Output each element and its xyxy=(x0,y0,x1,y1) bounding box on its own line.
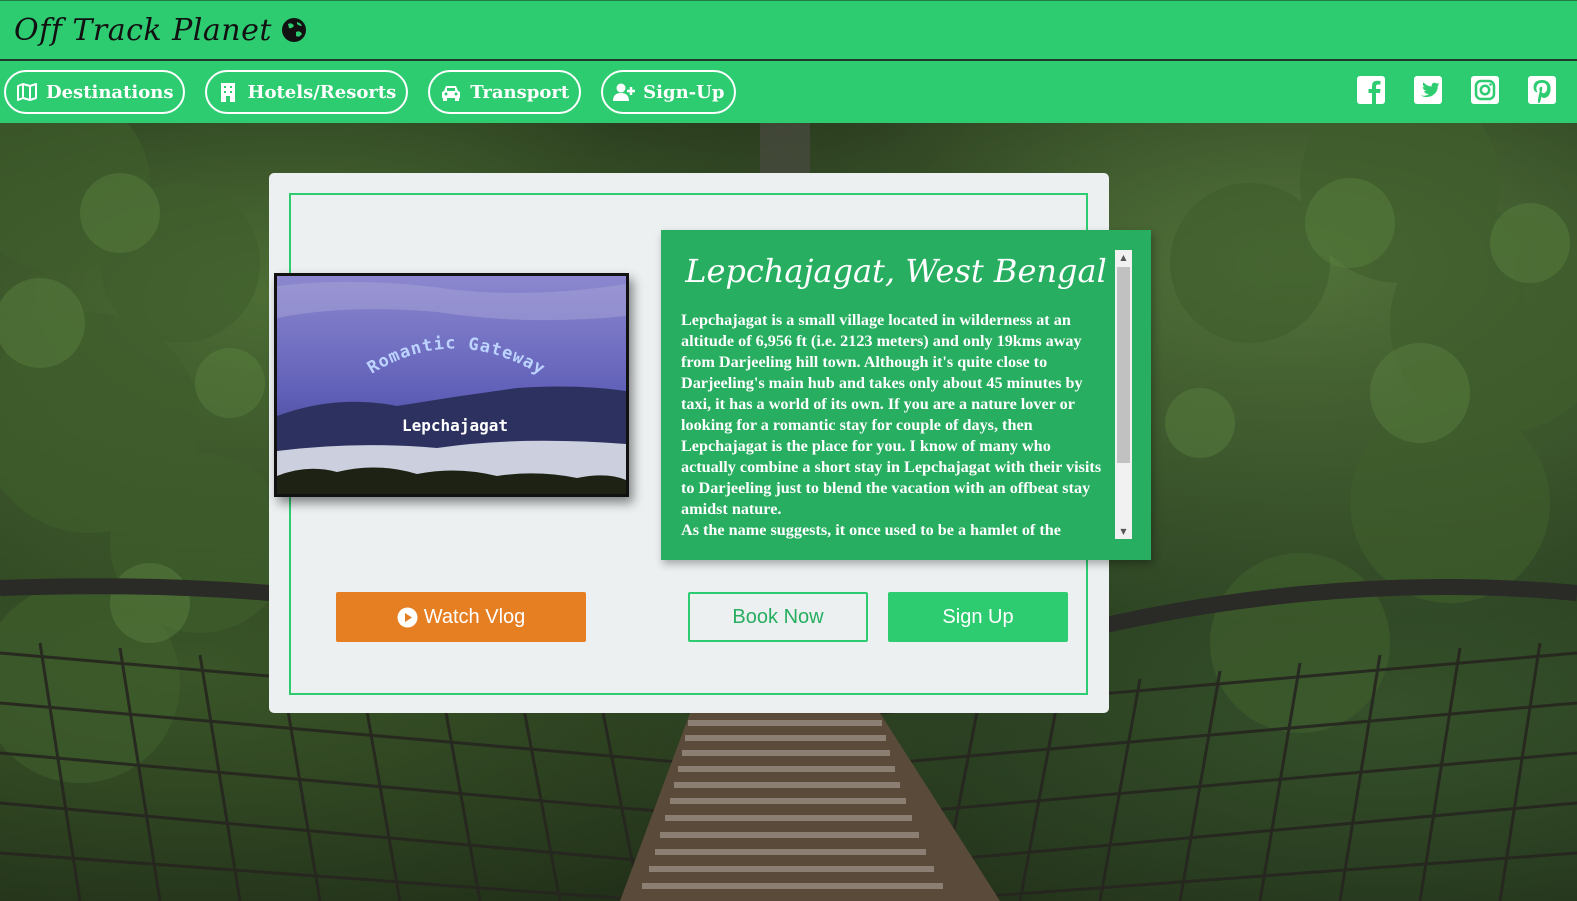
pinterest-icon[interactable] xyxy=(1527,75,1557,105)
nav-transport-label: Transport xyxy=(470,81,570,103)
brand-name: Off Track Planet xyxy=(14,12,272,48)
brand-logo[interactable]: Off Track Planet xyxy=(14,13,308,48)
play-circle-icon xyxy=(397,607,418,627)
scroll-up-arrow-icon[interactable]: ▲ xyxy=(1115,250,1132,265)
destination-info-panel: Lepchajagat, West Bengal Lepchajagat is … xyxy=(661,230,1151,560)
nav-destinations-label: Destinations xyxy=(46,81,174,103)
scroll-down-arrow-icon[interactable]: ▼ xyxy=(1115,524,1132,539)
sign-up-label: Sign Up xyxy=(942,605,1014,628)
book-now-button[interactable]: Book Now xyxy=(688,592,868,642)
description-paragraph: Lepchajagat is a small village located i… xyxy=(681,311,1102,518)
scrollbar-thumb[interactable] xyxy=(1117,267,1130,463)
nav-hotels-button[interactable]: Hotels/Resorts xyxy=(205,70,409,114)
building-icon xyxy=(221,83,236,102)
watch-vlog-button[interactable]: Watch Vlog xyxy=(336,592,586,642)
nav-bar: Destinations Hotels/Resorts Transport Si… xyxy=(0,61,1577,123)
description-paragraph-2: As the name suggests, it once used to be… xyxy=(681,521,1061,539)
nav-destinations-button[interactable]: Destinations xyxy=(4,70,186,114)
map-icon xyxy=(17,83,37,101)
user-plus-icon xyxy=(613,83,636,101)
watch-vlog-label: Watch Vlog xyxy=(423,605,526,628)
social-links xyxy=(1356,75,1557,105)
facebook-icon[interactable] xyxy=(1356,75,1386,105)
destination-description[interactable]: Lepchajagat is a small village located i… xyxy=(681,310,1106,542)
destination-title: Lepchajagat, West Bengal xyxy=(685,252,1107,290)
instagram-icon[interactable] xyxy=(1470,75,1500,105)
nav-transport-button[interactable]: Transport xyxy=(428,70,582,114)
site-header: Off Track Planet xyxy=(0,0,1577,61)
nav-signup-button[interactable]: Sign-Up xyxy=(601,70,737,114)
book-now-label: Book Now xyxy=(732,605,824,628)
car-icon xyxy=(442,86,461,101)
nav-hotels-label: Hotels/Resorts xyxy=(247,81,397,103)
description-scrollbar[interactable]: ▲ ▼ xyxy=(1115,250,1132,539)
destination-thumbnail[interactable]: Romantic Gateway Lepchajagat xyxy=(274,273,629,497)
image-caption: Lepchajagat xyxy=(402,416,508,435)
nav-signup-label: Sign-Up xyxy=(643,81,725,103)
globe-icon xyxy=(281,18,306,42)
sign-up-button[interactable]: Sign Up xyxy=(888,592,1068,642)
twitter-icon[interactable] xyxy=(1413,75,1443,105)
